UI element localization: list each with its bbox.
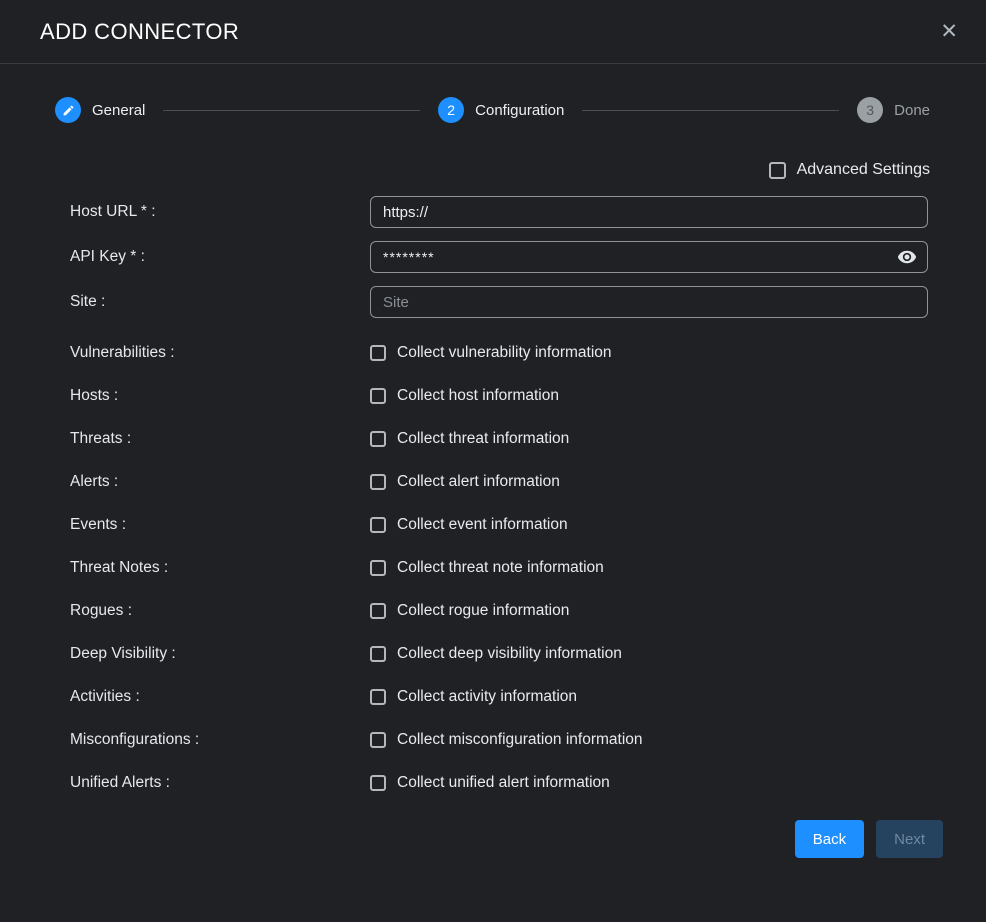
host-url-row: Host URL * :: [0, 196, 986, 228]
unified-alerts-checkbox-label[interactable]: Collect unified alert information: [397, 774, 610, 792]
alerts-label: Alerts :: [70, 473, 370, 491]
vulnerabilities-label: Vulnerabilities :: [70, 344, 370, 362]
modal-title: ADD CONNECTOR: [40, 19, 239, 45]
step-done-label: Done: [894, 102, 930, 119]
modal-footer: Back Next: [0, 820, 943, 858]
deep-visibility-row: Deep Visibility : Collect deep visibilit…: [0, 632, 986, 675]
next-button[interactable]: Next: [876, 820, 943, 858]
rogues-label: Rogues :: [70, 602, 370, 620]
threats-checkbox[interactable]: [370, 431, 386, 447]
back-button[interactable]: Back: [795, 820, 864, 858]
activities-label: Activities :: [70, 688, 370, 706]
advanced-settings-label[interactable]: Advanced Settings: [797, 161, 930, 179]
hosts-checkbox[interactable]: [370, 388, 386, 404]
rogues-row: Rogues : Collect rogue information: [0, 589, 986, 632]
site-label: Site :: [70, 293, 370, 311]
rogues-checkbox-label[interactable]: Collect rogue information: [397, 602, 569, 620]
step-configuration-label: Configuration: [475, 102, 564, 119]
add-connector-modal: ADD CONNECTOR ✕ General 2 Configuration …: [0, 0, 986, 922]
threat-notes-label: Threat Notes :: [70, 559, 370, 577]
vulnerabilities-checkbox[interactable]: [370, 345, 386, 361]
hosts-row: Hosts : Collect host information: [0, 374, 986, 417]
threats-checkbox-label[interactable]: Collect threat information: [397, 430, 569, 448]
pencil-icon: [55, 97, 81, 123]
misconfigurations-label: Misconfigurations :: [70, 731, 370, 749]
step-3-badge: 3: [857, 97, 883, 123]
threats-label: Threats :: [70, 430, 370, 448]
advanced-settings-row: Advanced Settings: [0, 161, 930, 179]
vulnerabilities-row: Vulnerabilities : Collect vulnerability …: [0, 331, 986, 374]
step-general-label: General: [92, 102, 145, 119]
activities-checkbox-label[interactable]: Collect activity information: [397, 688, 577, 706]
api-key-input[interactable]: [370, 241, 928, 273]
misconfigurations-checkbox-label[interactable]: Collect misconfiguration information: [397, 731, 643, 749]
site-input[interactable]: [370, 286, 928, 318]
api-key-label: API Key * :: [70, 248, 370, 266]
deep-visibility-label: Deep Visibility :: [70, 645, 370, 663]
events-row: Events : Collect event information: [0, 503, 986, 546]
deep-visibility-checkbox[interactable]: [370, 646, 386, 662]
configuration-form: Host URL * : API Key * : Site : Vulnerab…: [0, 196, 986, 804]
unified-alerts-row: Unified Alerts : Collect unified alert i…: [0, 761, 986, 804]
step-done[interactable]: 3 Done: [857, 97, 930, 123]
alerts-row: Alerts : Collect alert information: [0, 460, 986, 503]
vulnerabilities-checkbox-label[interactable]: Collect vulnerability information: [397, 344, 612, 362]
alerts-checkbox-label[interactable]: Collect alert information: [397, 473, 560, 491]
threat-notes-checkbox-label[interactable]: Collect threat note information: [397, 559, 604, 577]
unified-alerts-checkbox[interactable]: [370, 775, 386, 791]
visibility-eye-icon[interactable]: [897, 247, 917, 267]
stepper-connector: [163, 110, 420, 111]
advanced-settings-checkbox[interactable]: [769, 162, 786, 179]
activities-row: Activities : Collect activity informatio…: [0, 675, 986, 718]
api-key-row: API Key * :: [0, 241, 986, 273]
threat-notes-checkbox[interactable]: [370, 560, 386, 576]
hosts-checkbox-label[interactable]: Collect host information: [397, 387, 559, 405]
step-configuration[interactable]: 2 Configuration: [438, 97, 564, 123]
activities-checkbox[interactable]: [370, 689, 386, 705]
modal-header: ADD CONNECTOR ✕: [0, 0, 986, 64]
host-url-label: Host URL * :: [70, 203, 370, 221]
events-checkbox[interactable]: [370, 517, 386, 533]
unified-alerts-label: Unified Alerts :: [70, 774, 370, 792]
events-label: Events :: [70, 516, 370, 534]
threat-notes-row: Threat Notes : Collect threat note infor…: [0, 546, 986, 589]
rogues-checkbox[interactable]: [370, 603, 386, 619]
misconfigurations-checkbox[interactable]: [370, 732, 386, 748]
step-2-badge: 2: [438, 97, 464, 123]
stepper-connector: [582, 110, 839, 111]
wizard-stepper: General 2 Configuration 3 Done: [55, 97, 930, 123]
hosts-label: Hosts :: [70, 387, 370, 405]
misconfigurations-row: Misconfigurations : Collect misconfigura…: [0, 718, 986, 761]
close-icon[interactable]: ✕: [940, 21, 958, 42]
events-checkbox-label[interactable]: Collect event information: [397, 516, 568, 534]
deep-visibility-checkbox-label[interactable]: Collect deep visibility information: [397, 645, 622, 663]
alerts-checkbox[interactable]: [370, 474, 386, 490]
host-url-input[interactable]: [370, 196, 928, 228]
step-general[interactable]: General: [55, 97, 145, 123]
site-row: Site :: [0, 286, 986, 318]
threats-row: Threats : Collect threat information: [0, 417, 986, 460]
